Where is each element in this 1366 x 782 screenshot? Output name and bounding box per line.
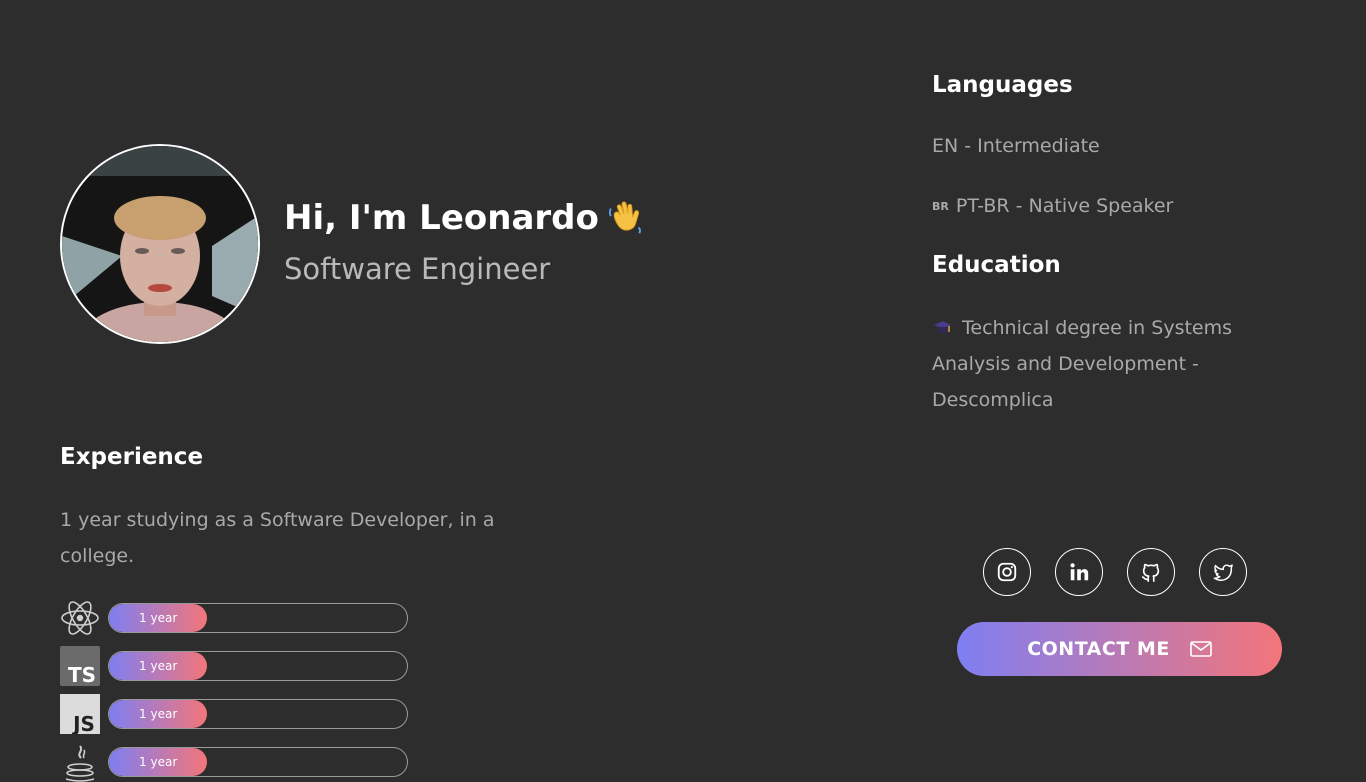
language-text: PT-BR - Native Speaker [955,195,1174,217]
greeting-text: Hi, I'm Leonardo [284,198,599,238]
javascript-icon: JS [60,694,100,734]
skill-bar-fill: 1 year [109,748,208,776]
education-text: Technical degree in Systems Analysis and… [932,317,1233,411]
skill-bar: 1 year [108,747,408,777]
contact-me-button[interactable]: CONTACT ME [957,622,1282,676]
skill-row-java: 1 year [60,742,408,782]
linkedin-icon [1070,563,1089,581]
svg-text:JS: JS [71,712,95,734]
react-icon [60,598,100,638]
twitter-icon [1213,564,1233,581]
experience-title: Experience [60,444,204,470]
flag-br-icon: BR [932,199,949,213]
education-item: Technical degree in Systems Analysis and… [932,310,1262,418]
language-text: EN - Intermediate [932,135,1100,157]
social-links [983,548,1247,596]
java-icon [60,742,100,782]
waving-hand-icon [608,201,641,234]
experience-description: 1 year studying as a Software Developer,… [60,509,495,567]
graduation-cap-icon [934,321,951,334]
skill-row-typescript: TS 1 year [60,646,408,686]
skill-bar: 1 year [108,699,408,729]
skill-bar-fill: 1 year [109,604,208,632]
language-item: BR PT-BR - Native Speaker [932,195,1173,217]
instagram-button[interactable] [983,548,1031,596]
role-subtitle: Software Engineer [284,252,551,286]
typescript-icon: TS [60,646,100,686]
avatar-photo [62,146,258,342]
skill-bar: 1 year [108,651,408,681]
twitter-button[interactable] [1199,548,1247,596]
avatar [60,144,260,344]
greeting-heading: Hi, I'm Leonardo [284,198,645,238]
contact-me-label: CONTACT ME [1027,638,1170,660]
linkedin-button[interactable] [1055,548,1103,596]
language-item: EN - Intermediate [932,135,1100,157]
portfolio-page: Hi, I'm Leonardo Software Engineer Exper… [0,0,1366,782]
github-icon [1141,563,1160,582]
skill-row-javascript: JS 1 year [60,694,408,734]
github-button[interactable] [1127,548,1175,596]
skill-bar-fill: 1 year [109,700,208,728]
languages-title: Languages [932,72,1073,98]
education-title: Education [932,252,1061,278]
skill-row-react: 1 year [60,598,408,638]
skill-bar: 1 year [108,603,408,633]
mail-icon [1189,641,1212,657]
instagram-icon [997,562,1017,582]
skill-bar-fill: 1 year [109,652,208,680]
svg-text:TS: TS [68,663,96,686]
